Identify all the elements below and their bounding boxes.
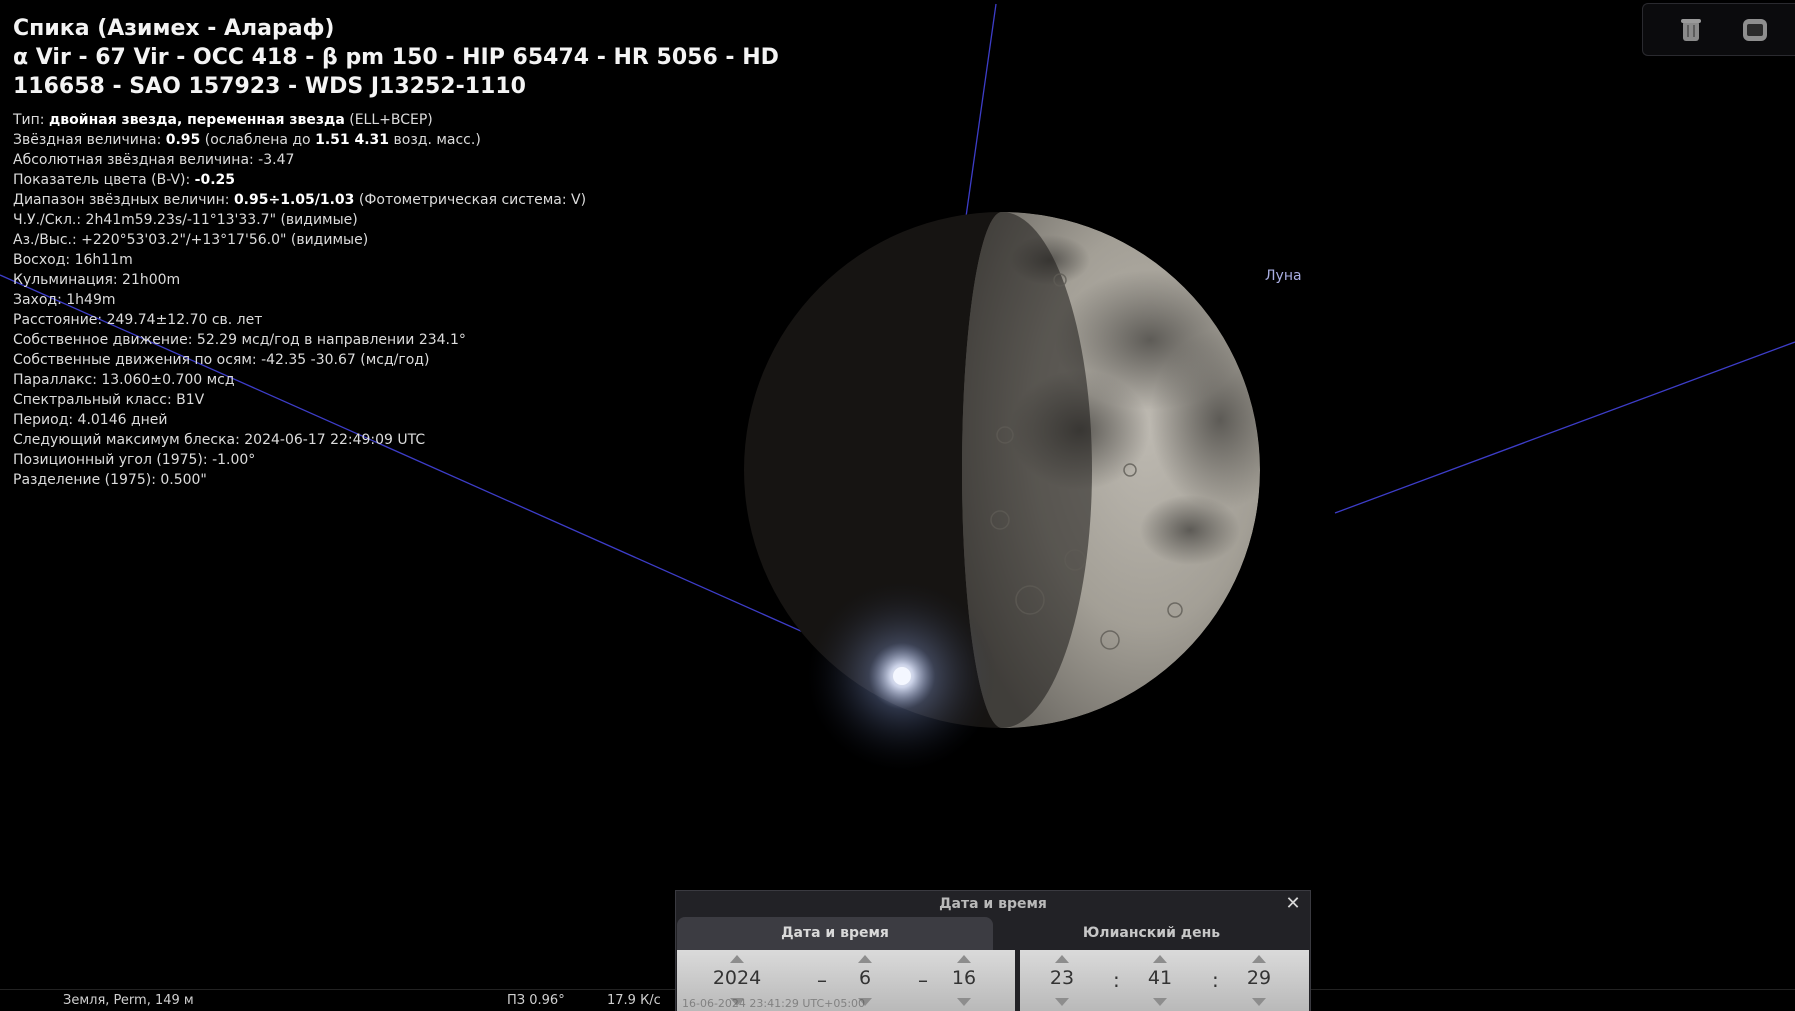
- minute-value[interactable]: 41: [1140, 967, 1180, 989]
- time-panel: 23 : 41 : 29: [1020, 950, 1309, 1011]
- info-ra-dec: Ч.У./Скл.: 2h41m59.23s/-11°13'33.7" (вид…: [13, 212, 358, 228]
- time-separator: :: [1212, 968, 1219, 992]
- object-info-panel: Спика (Азимех - Алараф) α Vir - 67 Vir -…: [13, 14, 783, 490]
- object-details: Тип: двойная звезда, переменная звезда (…: [13, 110, 783, 490]
- hour-down-arrow-icon[interactable]: [1055, 998, 1069, 1006]
- info-parallax: Параллакс: 13.060±0.700 мсд: [13, 372, 235, 388]
- hour-up-arrow-icon[interactable]: [1055, 955, 1069, 963]
- info-proper-motion: Собственное движение: 52.29 мсд/год в на…: [13, 332, 466, 348]
- info-abs-magnitude: Абсолютная звёздная величина: -3.47: [13, 152, 295, 168]
- day-value[interactable]: 16: [941, 967, 987, 989]
- hour-value[interactable]: 23: [1042, 967, 1082, 989]
- info-type: Тип: двойная звезда, переменная звезда (…: [13, 112, 433, 128]
- hour-spinner[interactable]: 23: [1042, 950, 1082, 1011]
- info-magnitude: Звёздная величина: 0.95 (ослаблена до 1.…: [13, 132, 481, 148]
- year-up-arrow-icon[interactable]: [730, 955, 744, 963]
- info-next-maximum: Следующий максимум блеска: 2024-06-17 22…: [13, 432, 426, 448]
- close-icon[interactable]: ✕: [1284, 895, 1302, 913]
- month-up-arrow-icon[interactable]: [858, 955, 872, 963]
- info-color-index: Показатель цвета (B-V): -0.25: [13, 172, 236, 188]
- date-time-dialog: Дата и время ✕ Дата и время Юлианский де…: [675, 890, 1311, 1011]
- date-panel: 2024 – 6 – 16 16-06-2024 23:41:29 UTC+05…: [677, 950, 1015, 1011]
- info-az-alt: Аз./Выс.: +220°53'03.2"/+13°17'56.0" (ви…: [13, 232, 369, 248]
- info-distance: Расстояние: 249.74±12.70 св. лет: [13, 312, 263, 328]
- top-right-toolbar: [1642, 3, 1795, 56]
- minute-down-arrow-icon[interactable]: [1153, 998, 1167, 1006]
- object-title: Спика (Азимех - Алараф): [13, 16, 335, 41]
- info-rise: Восход: 16h11m: [13, 252, 133, 268]
- year-value[interactable]: 2024: [707, 967, 767, 989]
- date-separator: –: [918, 968, 928, 992]
- info-spectral-class: Спектральный класс: B1V: [13, 392, 205, 408]
- status-fps: 17.9 К/с: [607, 993, 661, 1008]
- info-transit: Кульминация: 21h00m: [13, 272, 181, 288]
- tab-date-time[interactable]: Дата и время: [677, 917, 993, 950]
- tab-julian-day[interactable]: Юлианский день: [994, 917, 1309, 950]
- date-separator: –: [817, 968, 827, 992]
- month-value[interactable]: 6: [845, 967, 885, 989]
- moon-label[interactable]: Луна: [1265, 268, 1302, 284]
- day-spinner[interactable]: 16: [941, 950, 987, 1011]
- day-up-arrow-icon[interactable]: [957, 955, 971, 963]
- object-designations: α Vir - 67 Vir - OCC 418 - β pm 150 - HI…: [13, 45, 779, 99]
- second-value[interactable]: 29: [1239, 967, 1279, 989]
- info-proper-motion-axes: Собственные движения по осям: -42.35 -30…: [13, 352, 430, 368]
- info-period: Период: 4.0146 дней: [13, 412, 168, 428]
- minute-up-arrow-icon[interactable]: [1153, 955, 1167, 963]
- window-icon[interactable]: [1740, 15, 1770, 45]
- second-down-arrow-icon[interactable]: [1252, 998, 1266, 1006]
- status-location[interactable]: Земля, Perm, 149 м: [63, 993, 194, 1008]
- info-separation: Разделение (1975): 0.500": [13, 472, 207, 488]
- time-separator: :: [1113, 968, 1120, 992]
- status-fov: ПЗ 0.96°: [507, 993, 565, 1008]
- second-spinner[interactable]: 29: [1239, 950, 1279, 1011]
- trash-icon[interactable]: [1676, 15, 1706, 45]
- moon[interactable]: [962, 212, 1330, 728]
- dialog-title[interactable]: Дата и время: [676, 891, 1310, 917]
- second-up-arrow-icon[interactable]: [1252, 955, 1266, 963]
- info-set: Заход: 1h49m: [13, 292, 116, 308]
- day-down-arrow-icon[interactable]: [957, 998, 971, 1006]
- info-position-angle: Позиционный угол (1975): -1.00°: [13, 452, 256, 468]
- panel-datetime-overlay: 16-06-2024 23:41:29 UTC+05:00: [682, 997, 866, 1010]
- info-mag-range: Диапазон звёздных величин: 0.95÷1.05/1.0…: [13, 192, 587, 208]
- minute-spinner[interactable]: 41: [1140, 950, 1180, 1011]
